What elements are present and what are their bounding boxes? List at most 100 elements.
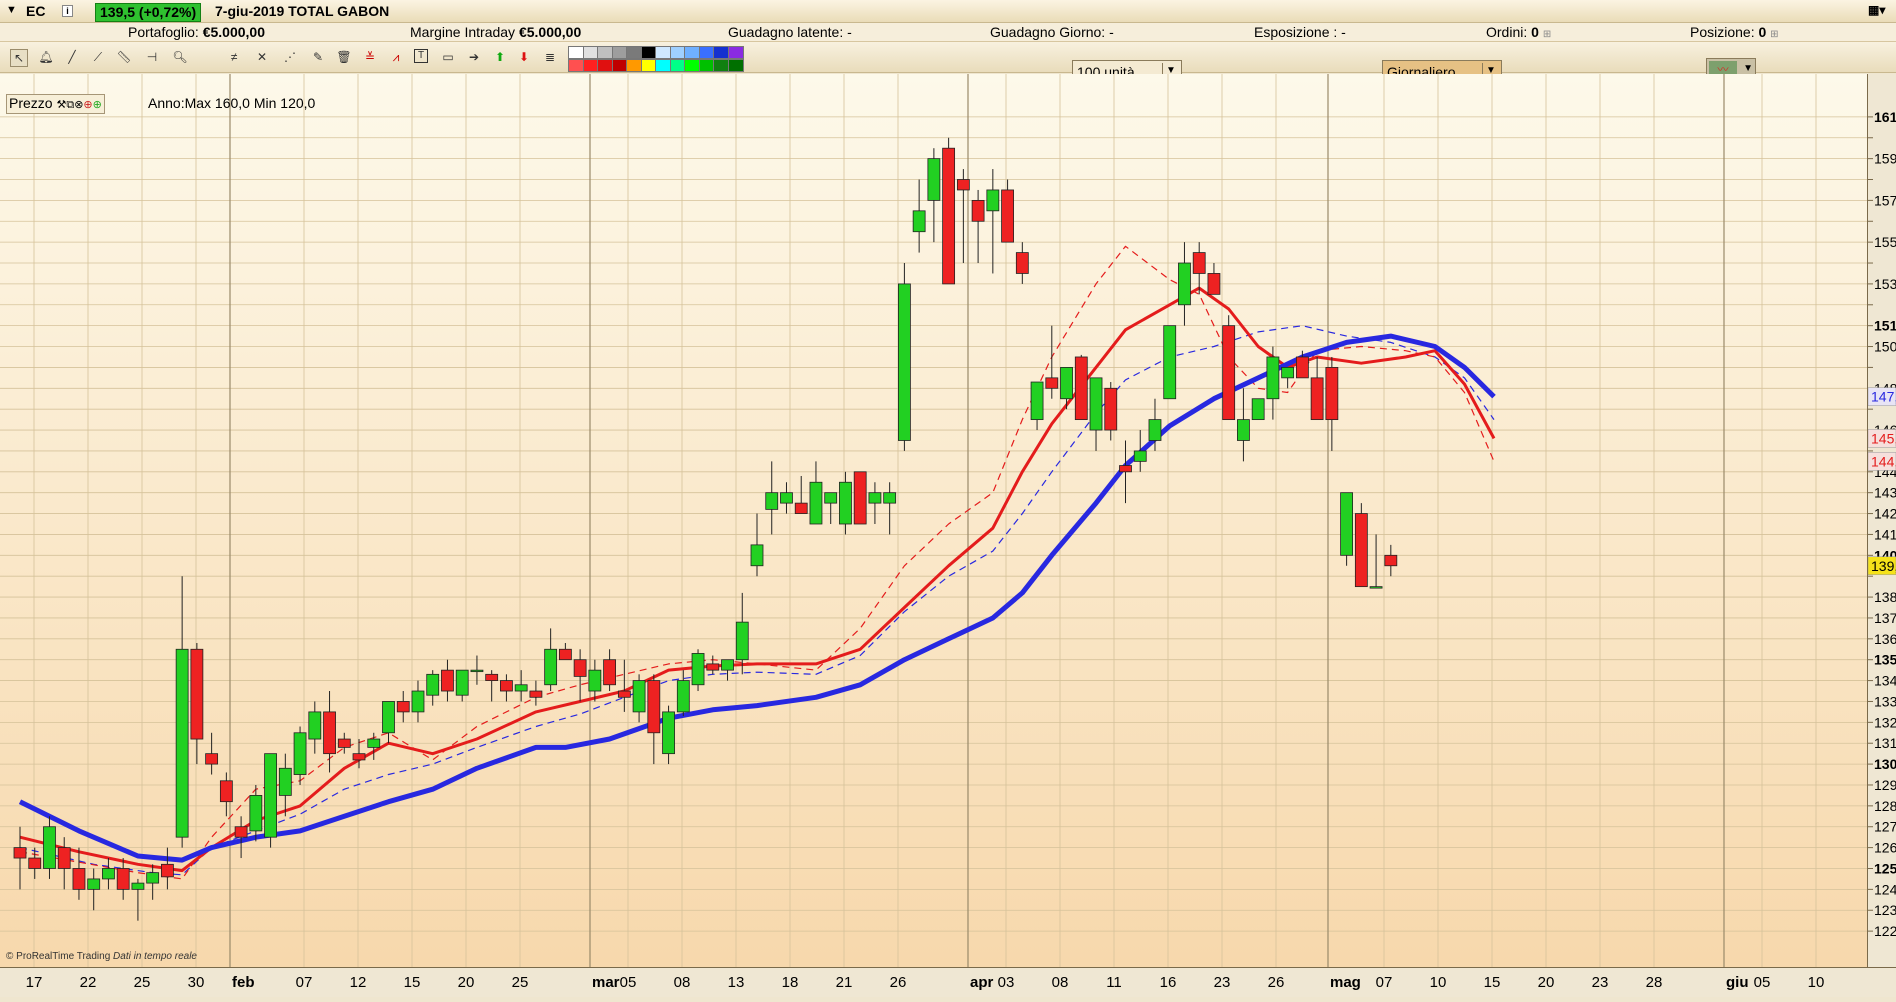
y-tick-label: 124 xyxy=(1874,881,1896,897)
x-tick-label: 21 xyxy=(836,974,853,991)
candle-up xyxy=(278,767,292,796)
candle-up xyxy=(824,492,838,504)
symbol-label[interactable]: EC xyxy=(26,3,45,19)
candle-up xyxy=(544,648,558,686)
candle-up xyxy=(588,669,602,692)
candle-up xyxy=(411,690,425,713)
candle-up xyxy=(839,481,852,525)
date-instrument: 7-giu-2019 TOTAL GABON xyxy=(215,3,390,19)
price-tag-label: 139,5 xyxy=(1871,558,1896,574)
candle-down xyxy=(116,868,130,890)
candle-up xyxy=(131,882,145,890)
buy-arrow-icon[interactable]: ⬆ xyxy=(492,49,508,65)
y-tick-label: 126 xyxy=(1874,840,1896,856)
candle-up xyxy=(43,826,56,869)
y-tick-label: 138 xyxy=(1874,589,1896,605)
color-swatch[interactable] xyxy=(727,59,744,72)
x-tick-label: 12 xyxy=(350,974,367,991)
pen-icon[interactable]: ✎ xyxy=(310,49,326,65)
portfolio-value: €5.000,00 xyxy=(202,24,266,40)
position-value: 0 xyxy=(1758,24,1767,40)
pointer-icon[interactable]: ↖ xyxy=(10,49,28,67)
position-status[interactable]: Posizione: 0 ⊞ xyxy=(1690,24,1779,40)
x-tick-label: 23 xyxy=(1592,974,1609,991)
alert-bell-icon[interactable]: 🔔︎ xyxy=(38,49,54,65)
x-tick-label: 05 xyxy=(620,974,637,991)
portfolio-status: Portafoglio: €5.000,00 xyxy=(128,24,265,40)
x-tick-label: 26 xyxy=(1268,974,1285,991)
candle-down xyxy=(1325,367,1339,421)
candle-up xyxy=(514,684,528,692)
candle-down xyxy=(190,648,204,740)
chevron-down-icon[interactable]: ▼ xyxy=(1743,63,1753,74)
fibonacci-icon[interactable]: ≣ xyxy=(542,49,558,65)
candle-down xyxy=(1104,387,1118,431)
sell-arrow-icon[interactable]: ⬇ xyxy=(516,49,532,65)
y-tick-label: 134 xyxy=(1874,673,1896,689)
y-tick-label: 161 xyxy=(1874,109,1896,125)
price-legend-box[interactable]: Prezzo ⚒⧉⊗⊕⊕ xyxy=(6,94,105,114)
x-tick-label: 28 xyxy=(1646,974,1663,991)
x-tick-label: 20 xyxy=(458,974,475,991)
candle-up xyxy=(750,544,764,567)
ray-tool-icon[interactable]: ⟋ xyxy=(90,49,106,65)
price-chart[interactable]: 122 123 124 125 126 127 128 129 130 131 132 133 134 1… xyxy=(0,74,1896,997)
day-gain: Guadagno Giorno: - xyxy=(990,24,1114,40)
candle-down xyxy=(441,669,454,692)
pattern-icon[interactable]: ⩘ xyxy=(388,49,404,65)
candle-up xyxy=(87,878,101,890)
account-status-bar: Portafoglio: €5.000,00 Margine Intraday … xyxy=(0,23,1896,42)
x-tick-label: 10 xyxy=(1430,974,1447,991)
color-swatch[interactable] xyxy=(727,46,744,59)
text-tool-icon[interactable]: T xyxy=(414,49,428,63)
zoom-icon[interactable]: 🔍︎ xyxy=(172,49,188,65)
expand-icon[interactable]: ⊞ xyxy=(1770,29,1778,40)
cross-line-icon[interactable]: ✕ xyxy=(254,49,270,65)
candle-up xyxy=(676,680,690,713)
x-tick-label: apr xyxy=(970,974,994,991)
down-arrow-icon[interactable]: ▼ xyxy=(6,4,17,16)
margin-value: €5.000,00 xyxy=(518,24,582,40)
candle-up xyxy=(721,659,734,671)
candle-up xyxy=(102,868,115,880)
arrow-right-icon[interactable]: ➔ xyxy=(466,49,482,65)
candle-up xyxy=(455,669,469,696)
portfolio-label: Portafoglio: xyxy=(128,24,199,40)
trash-icon[interactable]: 🗑︎ xyxy=(336,49,352,65)
ruler-icon[interactable]: 📏︎ xyxy=(116,49,132,65)
price-legend-label: Prezzo xyxy=(9,95,53,111)
price-tag-label: 147, xyxy=(1871,389,1896,405)
candle-up xyxy=(691,653,705,686)
title-bar: ▼ EC i 139,5 (+0,72%) 7-giu-2019 TOTAL G… xyxy=(0,0,1896,23)
horizontal-line-icon[interactable]: ⊣ xyxy=(144,49,160,65)
candle-up xyxy=(868,492,882,504)
x-tick-label: 17 xyxy=(26,974,43,991)
fan-icon[interactable]: ⋰ xyxy=(282,49,298,65)
x-tick-label: 11 xyxy=(1106,974,1122,991)
chart-canvas[interactable]: 1221231241251261271281291301311321331341… xyxy=(0,74,1896,997)
candle-down xyxy=(956,179,970,191)
candle-up xyxy=(264,753,277,838)
x-tick-label: 16 xyxy=(1160,974,1177,991)
candle-down xyxy=(971,199,985,222)
add-icon[interactable]: ⊕ xyxy=(83,99,92,111)
x-tick-label: 07 xyxy=(296,974,313,991)
orders-status[interactable]: Ordini: 0 ⊞ xyxy=(1486,24,1551,40)
exposure: Esposizione : - xyxy=(1254,24,1346,40)
candle-down xyxy=(1015,252,1029,274)
credit-realtime: Dati in tempo reale xyxy=(113,951,197,962)
zigzag-icon[interactable]: ≚ xyxy=(362,49,378,65)
add-icon[interactable]: ⊕ xyxy=(93,99,102,111)
candle-down xyxy=(57,847,71,869)
x-tick-label: 23 xyxy=(1214,974,1231,991)
wrench-icon[interactable]: ⚒ xyxy=(56,99,66,111)
keyboard-icon[interactable]: ▦▾ xyxy=(1868,3,1885,17)
rectangle-icon[interactable]: ▭ xyxy=(440,49,456,65)
candle-down xyxy=(485,673,499,681)
expand-icon[interactable]: ⊞ xyxy=(1543,29,1551,40)
candle-up xyxy=(809,481,823,525)
candle-up xyxy=(662,711,675,755)
line-tool-icon[interactable]: ╱ xyxy=(64,49,80,65)
channel-icon[interactable]: ≠ xyxy=(226,49,242,65)
info-icon[interactable]: i xyxy=(62,5,73,17)
